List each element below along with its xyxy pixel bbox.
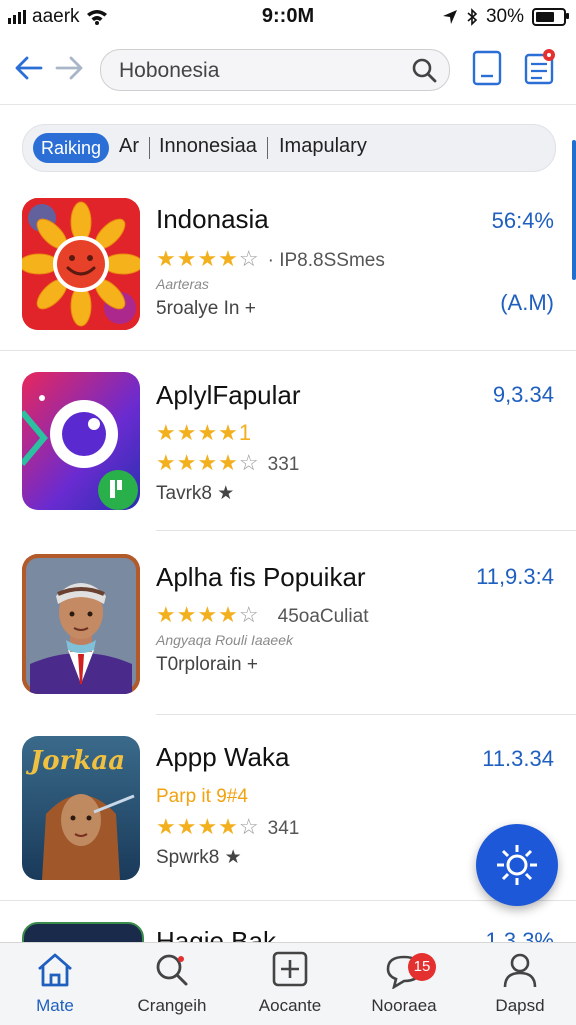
tab-messages[interactable]: 15 Nooraea (354, 951, 454, 1016)
battery-percent: 30% (485, 6, 524, 27)
app-price[interactable]: 1.3.3% (486, 928, 555, 942)
home-icon (38, 953, 72, 987)
top-bar: Hobonesia (0, 36, 576, 105)
chip-indonesia[interactable]: Innonesiaa (159, 135, 257, 158)
bookmark-icon[interactable] (470, 49, 504, 87)
arrow-right-icon (55, 56, 83, 80)
app-price[interactable]: 11.3.34 (482, 746, 554, 772)
status-bar: aaerk 9::0M 30% (0, 0, 576, 34)
arrow-left-icon (15, 56, 43, 80)
tab-label: Mate (36, 996, 74, 1015)
gear-icon (497, 845, 537, 885)
rating-stars-top: ★★★★1 (156, 420, 253, 445)
app-icon-text: Jorkaa (30, 746, 126, 776)
tab-label: Crangeih (137, 996, 207, 1015)
empty-star: ☆ (238, 450, 260, 475)
battery-icon (532, 8, 569, 26)
rating-stars: ★★★★☆ 341 (156, 814, 299, 840)
fab-button[interactable] (476, 824, 558, 906)
tab-label: Aocante (258, 996, 322, 1015)
app-title: Hagie Bak (156, 926, 276, 942)
chip-divider (149, 137, 150, 159)
list-item[interactable]: AplylFapular 9,3.34 ★★★★1 ★★★★☆ 331 Tavrk… (0, 372, 576, 552)
app-title: Indonasia (156, 204, 269, 234)
add-icon (272, 951, 308, 987)
chip-divider (267, 137, 268, 159)
app-title: Appp Waka (156, 742, 290, 772)
divider (156, 714, 576, 715)
app-title: AplylFapular (156, 380, 301, 410)
app-subtitle: T0rplorain + (156, 654, 258, 675)
empty-star: ☆ (238, 246, 260, 271)
divider (0, 350, 576, 351)
rating-stars: ★★★★☆ 45oaCuliat (156, 602, 368, 628)
app-icon-flower (22, 198, 140, 330)
app-small-note: Angyaqa Rouli Iaaeek (156, 632, 293, 648)
divider (156, 530, 576, 531)
app-subtitle: 5roalye In + (156, 298, 256, 319)
chip-ranking[interactable]: Raiking (33, 133, 109, 163)
review-count: 341 (267, 818, 300, 839)
tab-label: Dapsd (495, 996, 545, 1015)
back-button[interactable] (10, 50, 46, 86)
app-icon-portrait (22, 554, 140, 694)
search-input[interactable]: Hobonesia (100, 49, 450, 91)
chip-ar[interactable]: Ar (119, 135, 139, 158)
bluetooth-icon (467, 8, 478, 26)
filled-stars: ★★★★ (156, 814, 239, 839)
tab-bar: Mate Crangeih Aocante 15 Nooraea Dapsd (0, 942, 576, 1025)
profile-icon (503, 953, 537, 988)
app-highlight: Parp it 9#4 (156, 786, 248, 807)
divider (0, 900, 576, 901)
tab-label: Nooraea (371, 996, 437, 1015)
forward-button[interactable] (52, 50, 88, 86)
app-subtitle: Spwrk8 ★ (156, 847, 242, 868)
app-meta: · IP8.8SSmes (267, 250, 385, 271)
list-item[interactable]: Indonasia 56:4% ★★★★☆ · IP8.8SSmes Aarter… (0, 198, 576, 378)
filled-stars: ★★★★ (156, 450, 239, 475)
empty-star: ☆ (238, 814, 260, 839)
filter-chips: Raiking Ar Innonesiaa Imapulary (22, 124, 556, 172)
filled-stars: ★★★★ (156, 246, 239, 271)
search-icon[interactable] (411, 57, 437, 83)
tab-home[interactable]: Mate (5, 951, 105, 1016)
location-icon (442, 10, 457, 24)
tab-add[interactable]: Aocante (240, 951, 340, 1016)
status-right: 30% (442, 6, 569, 28)
app-icon-partial (22, 922, 144, 942)
app-action[interactable]: (A.M) (500, 290, 554, 316)
search-icon (156, 954, 188, 986)
app-price[interactable]: 56:4% (492, 208, 554, 234)
list-item[interactable]: Aplha fis Popuikar 11,9.3:4 ★★★★☆ 45oaCul… (0, 554, 576, 734)
app-subtitle: Tavrk8 ★ (156, 483, 235, 504)
rating-stars: ★★★★☆ 331 (156, 450, 299, 476)
app-title: Aplha fis Popuikar (156, 562, 366, 592)
search-query: Hobonesia (119, 59, 220, 82)
app-small-note: Aarteras (156, 276, 209, 292)
review-count: 331 (267, 454, 300, 475)
app-icon-camera (22, 372, 140, 510)
tab-profile[interactable]: Dapsd (470, 951, 570, 1016)
menu-icon[interactable] (522, 49, 556, 87)
app-meta: 45oaCuliat (277, 606, 369, 627)
app-price[interactable]: 9,3.34 (493, 382, 554, 408)
list-item[interactable]: Hagie Bak 1.3.3% (0, 922, 576, 942)
rating-stars: ★★★★☆ · IP8.8SSmes (156, 246, 385, 272)
app-price[interactable]: 11,9.3:4 (476, 564, 554, 590)
notification-badge: 15 (408, 953, 436, 981)
chip-popular[interactable]: Imapulary (279, 135, 367, 158)
empty-star: ☆ (238, 602, 260, 627)
tab-search[interactable]: Crangeih (122, 951, 222, 1016)
filled-stars: ★★★★ (156, 602, 239, 627)
